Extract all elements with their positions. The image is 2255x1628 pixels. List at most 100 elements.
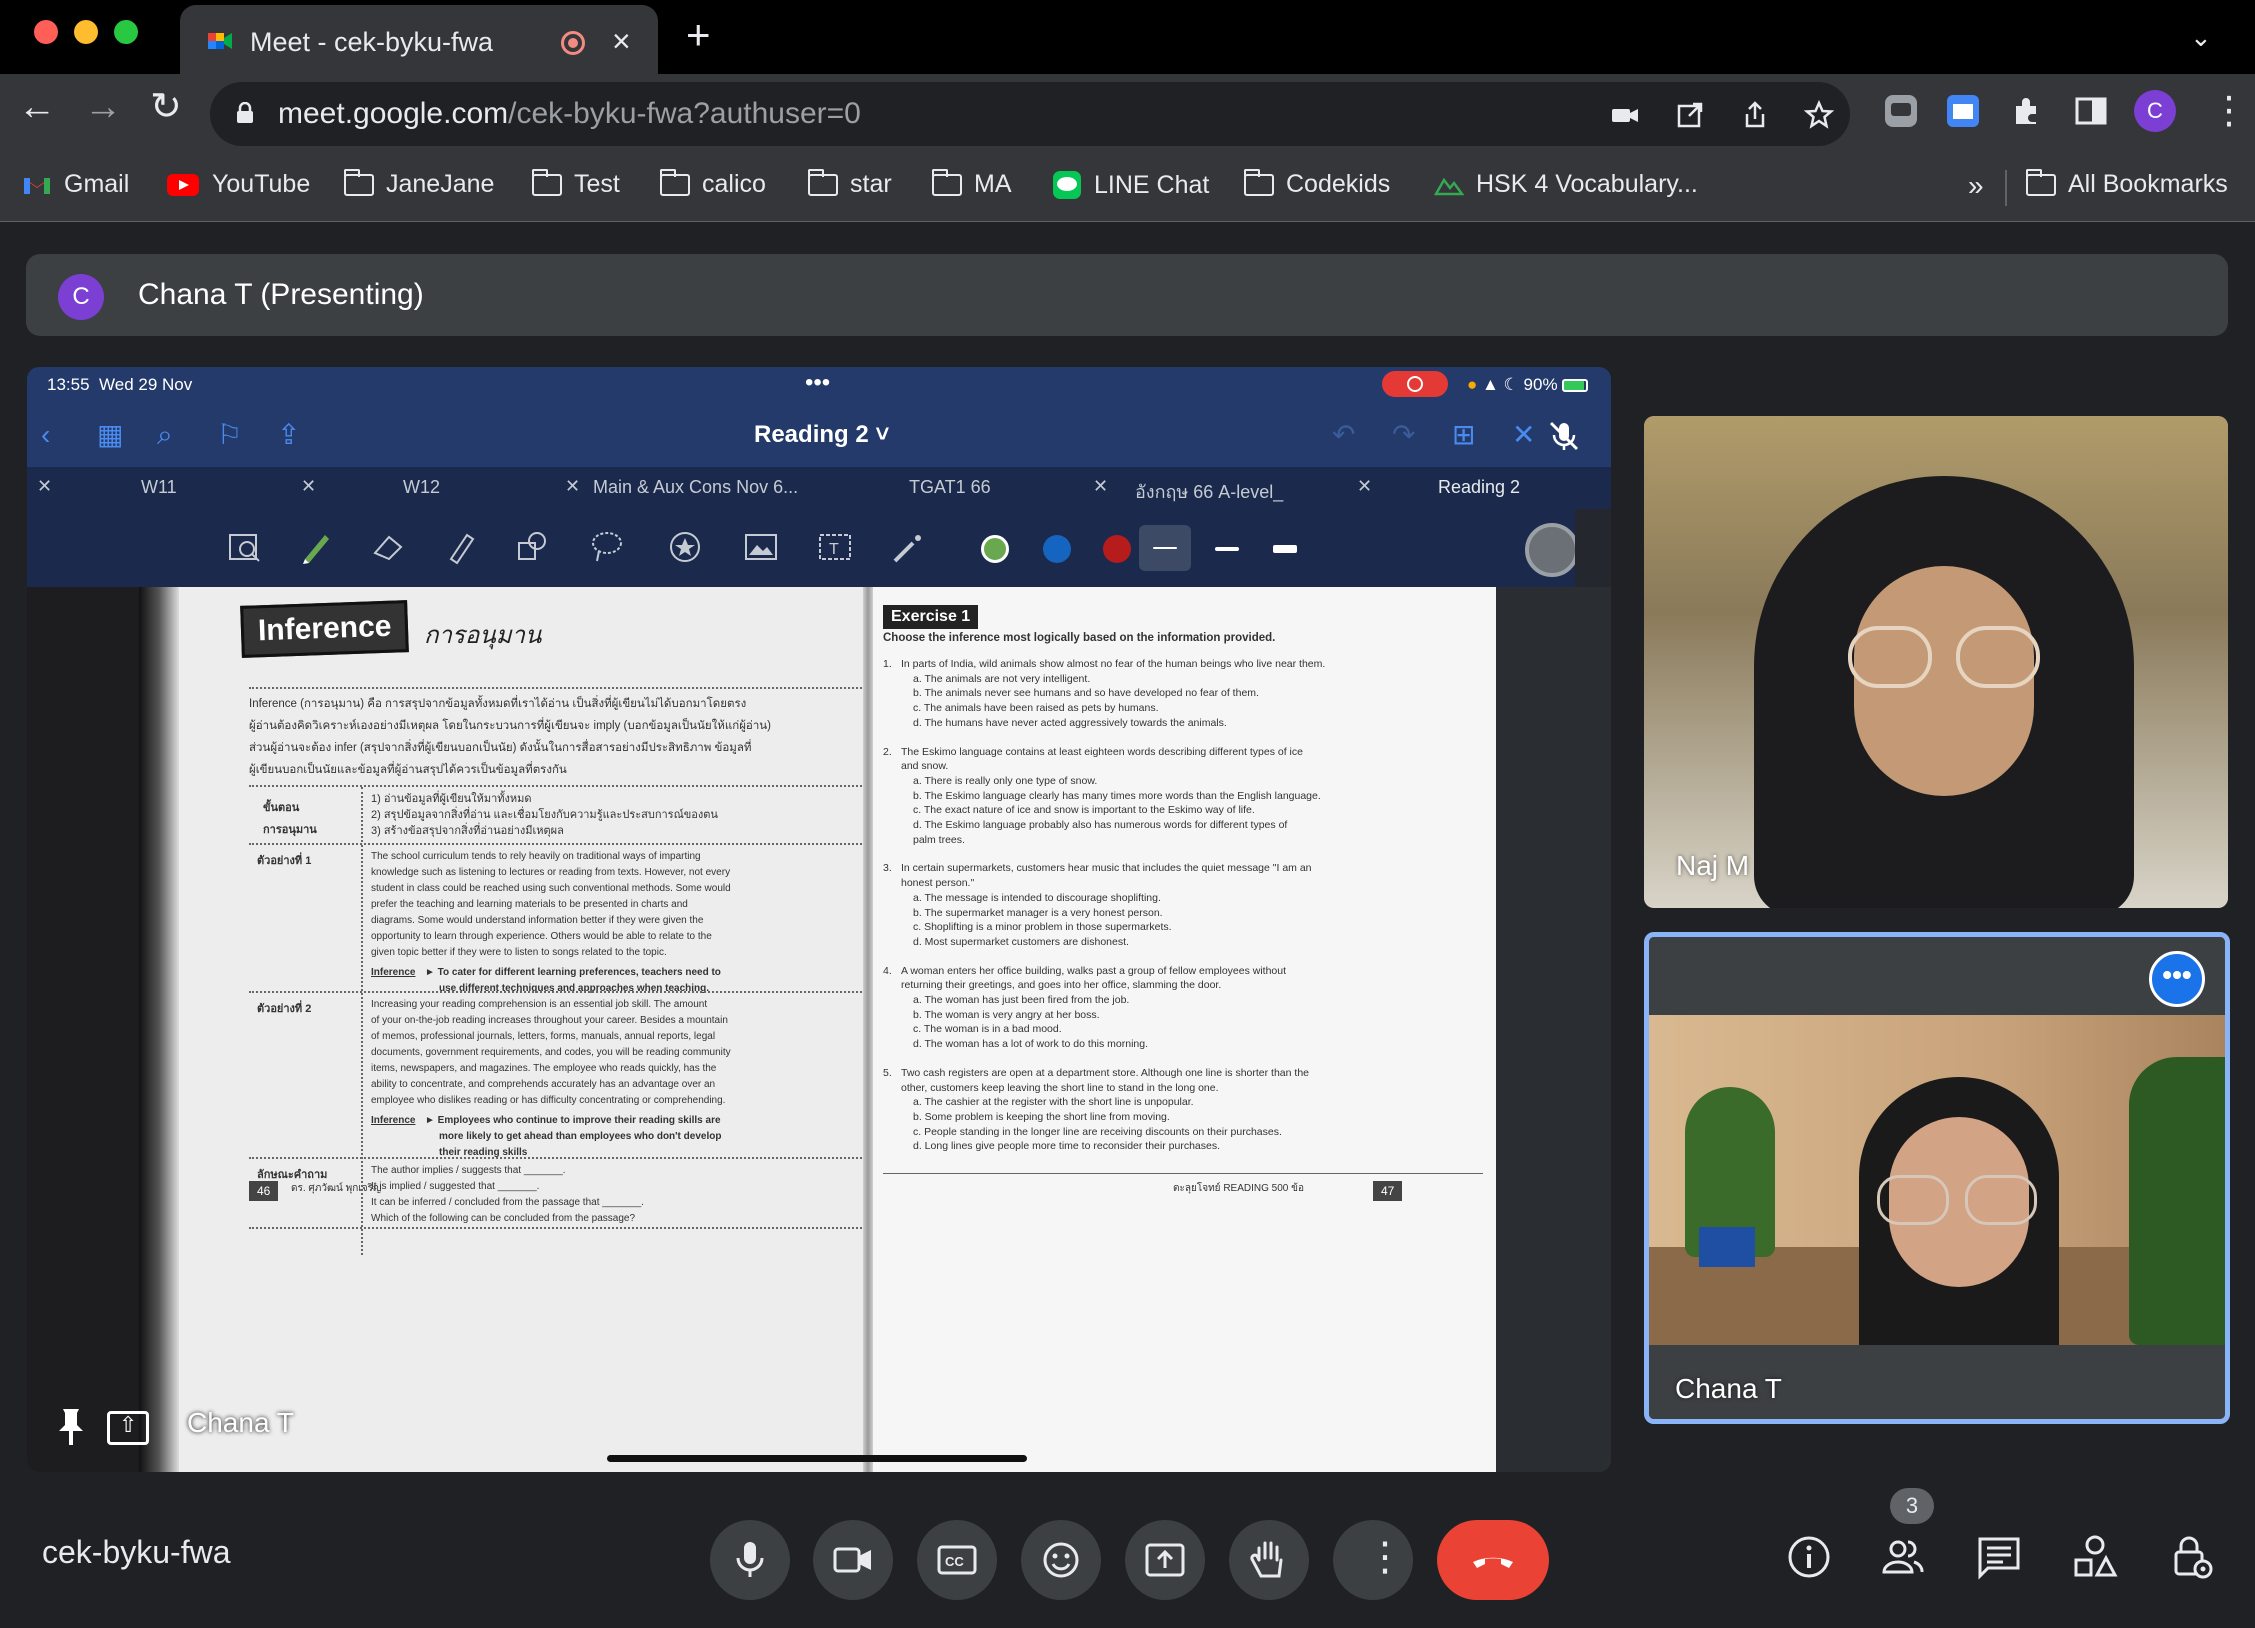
inference-thai-title: การอนุมาน xyxy=(424,622,542,649)
share-icon[interactable] xyxy=(1740,100,1770,130)
reactions-button[interactable] xyxy=(1021,1520,1101,1600)
people-icon[interactable] xyxy=(1880,1534,1926,1580)
address-bar[interactable]: meet.google.com/cek-byku-fwa?authuser=0 xyxy=(210,82,1850,146)
host-controls-icon[interactable] xyxy=(2168,1534,2214,1580)
stroke-thick-option[interactable] xyxy=(1273,545,1297,553)
color-swatch-green[interactable] xyxy=(981,535,1009,563)
pin-icon[interactable] xyxy=(51,1405,91,1449)
chat-icon[interactable] xyxy=(1976,1534,2022,1580)
participant-tile-naj[interactable]: Naj M xyxy=(1644,416,2228,908)
tile-more-options-button[interactable]: ••• xyxy=(2149,951,2205,1007)
bookmark-star-icon[interactable] xyxy=(1804,100,1834,130)
leave-call-button[interactable] xyxy=(1437,1520,1549,1600)
text-box-icon[interactable]: T xyxy=(817,529,853,565)
doc-tab[interactable]: อังกฤษ 66 A-level_ xyxy=(1135,477,1283,506)
open-in-new-icon[interactable] xyxy=(1675,100,1705,130)
camera-button[interactable] xyxy=(813,1520,893,1600)
bookmark-ma[interactable]: MA xyxy=(932,168,1012,199)
screen-recording-icon xyxy=(1382,371,1448,397)
bookmark-hsk[interactable]: HSK 4 Vocabulary... xyxy=(1434,170,1698,199)
reload-icon[interactable]: ↻ xyxy=(150,88,182,126)
bookmark-star[interactable]: star xyxy=(808,168,892,199)
close-pen-icon[interactable]: ✕ xyxy=(1512,421,1535,449)
close-doc-tab-icon[interactable]: ✕ xyxy=(565,476,580,497)
bookmark-label: LINE Chat xyxy=(1094,170,1210,199)
tab-search-chevron-icon[interactable]: ⌄ xyxy=(2190,22,2212,53)
bookmark-janejane[interactable]: JaneJane xyxy=(344,168,494,199)
bookmark-calico[interactable]: calico xyxy=(660,168,766,199)
camera-in-use-icon[interactable] xyxy=(1610,100,1640,130)
doc-tab[interactable]: W11 xyxy=(141,477,177,498)
inference2-label: Inference xyxy=(371,1115,416,1126)
new-tab-button[interactable]: + xyxy=(686,14,711,56)
profile-avatar[interactable]: C xyxy=(2134,90,2176,132)
browser-tab[interactable]: Meet - cek-byku-fwa × xyxy=(180,5,658,74)
glasses-left xyxy=(1877,1175,1949,1225)
doc-tab[interactable]: TGAT1 66 xyxy=(909,477,991,498)
captions-button[interactable]: CC xyxy=(917,1520,997,1600)
bookmarks-overflow-button[interactable]: » xyxy=(1968,170,1984,202)
stroke-medium-option[interactable] xyxy=(1215,547,1239,551)
search-icon[interactable]: ⌕ xyxy=(157,421,173,449)
activities-icon[interactable] xyxy=(2072,1534,2118,1580)
add-page-icon[interactable]: ⊞ xyxy=(1452,421,1475,449)
bookmark-codekids[interactable]: Codekids xyxy=(1244,168,1390,199)
undo-icon[interactable]: ↶ xyxy=(1332,421,1355,449)
pen-icon[interactable] xyxy=(299,529,335,565)
shapes-icon[interactable] xyxy=(515,529,551,565)
grid-view-icon[interactable]: ▦ xyxy=(97,421,123,449)
present-button[interactable] xyxy=(1125,1520,1205,1600)
color-swatch-blue[interactable] xyxy=(1043,535,1071,563)
meeting-details-icon[interactable] xyxy=(1786,1534,1832,1580)
participant-tile-chana[interactable]: ••• Chana T xyxy=(1644,932,2230,1424)
close-tab-icon[interactable]: × xyxy=(612,23,631,60)
back-icon[interactable]: ‹ xyxy=(41,421,50,449)
tile-top-band xyxy=(1649,937,2225,1015)
close-doc-tab-icon[interactable]: ✕ xyxy=(1093,476,1108,497)
stroke-thin-option[interactable] xyxy=(1153,547,1177,549)
assistive-touch-icon[interactable] xyxy=(1525,523,1579,577)
more-options-button[interactable]: ⋮ xyxy=(1333,1520,1413,1600)
present-to-all-icon[interactable]: ⇧ xyxy=(107,1411,149,1445)
document-title[interactable]: Reading 2 ˅ xyxy=(754,421,889,449)
microphone-button[interactable] xyxy=(710,1520,790,1600)
redo-icon[interactable]: ↷ xyxy=(1392,421,1415,449)
eraser-icon[interactable] xyxy=(371,529,407,565)
doc-tab-active[interactable]: Reading 2 xyxy=(1438,477,1520,498)
close-doc-tab-icon[interactable]: ✕ xyxy=(1357,476,1372,497)
close-window-button[interactable] xyxy=(34,20,58,44)
share-icon[interactable]: ⇪ xyxy=(277,421,300,449)
color-swatch-red[interactable] xyxy=(1103,535,1131,563)
bookmark-line-chat[interactable]: LINE Chat xyxy=(1052,170,1209,200)
all-bookmarks-button[interactable]: All Bookmarks xyxy=(2026,168,2228,199)
bookmark-youtube[interactable]: YouTube xyxy=(166,170,310,199)
close-doc-tab-icon[interactable]: ✕ xyxy=(301,476,316,497)
raise-hand-button[interactable] xyxy=(1229,1520,1309,1600)
laser-pointer-icon[interactable] xyxy=(891,529,927,565)
image-icon[interactable] xyxy=(743,529,779,565)
doc-tab[interactable]: W12 xyxy=(403,477,440,498)
video-plant-right xyxy=(2129,1057,2225,1345)
document-canvas[interactable]: Inference การอนุมาน Inference (การอนุมาน… xyxy=(27,587,1611,1472)
elements-star-icon[interactable] xyxy=(667,529,703,565)
minimize-window-button[interactable] xyxy=(74,20,98,44)
zoom-window-button[interactable] xyxy=(114,20,138,44)
browser-menu-icon[interactable]: ⋮ xyxy=(2210,92,2248,130)
participant-name: Naj M xyxy=(1676,850,1750,881)
extensions-puzzle-icon[interactable] xyxy=(2010,94,2044,128)
bookmark-icon[interactable]: ⚐ xyxy=(217,421,242,449)
forward-icon[interactable]: → xyxy=(84,88,122,126)
bookmark-test[interactable]: Test xyxy=(532,168,620,199)
zoom-window-icon[interactable] xyxy=(227,529,263,565)
glasses-right xyxy=(1965,1175,2037,1225)
highlighter-icon[interactable] xyxy=(443,529,479,565)
close-doc-tab-icon[interactable]: ✕ xyxy=(37,476,52,497)
bookmark-gmail[interactable]: Gmail xyxy=(22,170,129,199)
hsk-icon xyxy=(1434,177,1464,195)
lasso-icon[interactable] xyxy=(589,529,625,565)
side-panel-icon[interactable] xyxy=(2074,94,2108,128)
extension-chat-icon[interactable] xyxy=(1884,94,1918,128)
doc-tab[interactable]: Main & Aux Cons Nov 6... xyxy=(593,477,798,498)
back-icon[interactable]: ← xyxy=(18,88,56,126)
extension-calendar-icon[interactable] xyxy=(1946,94,1980,128)
